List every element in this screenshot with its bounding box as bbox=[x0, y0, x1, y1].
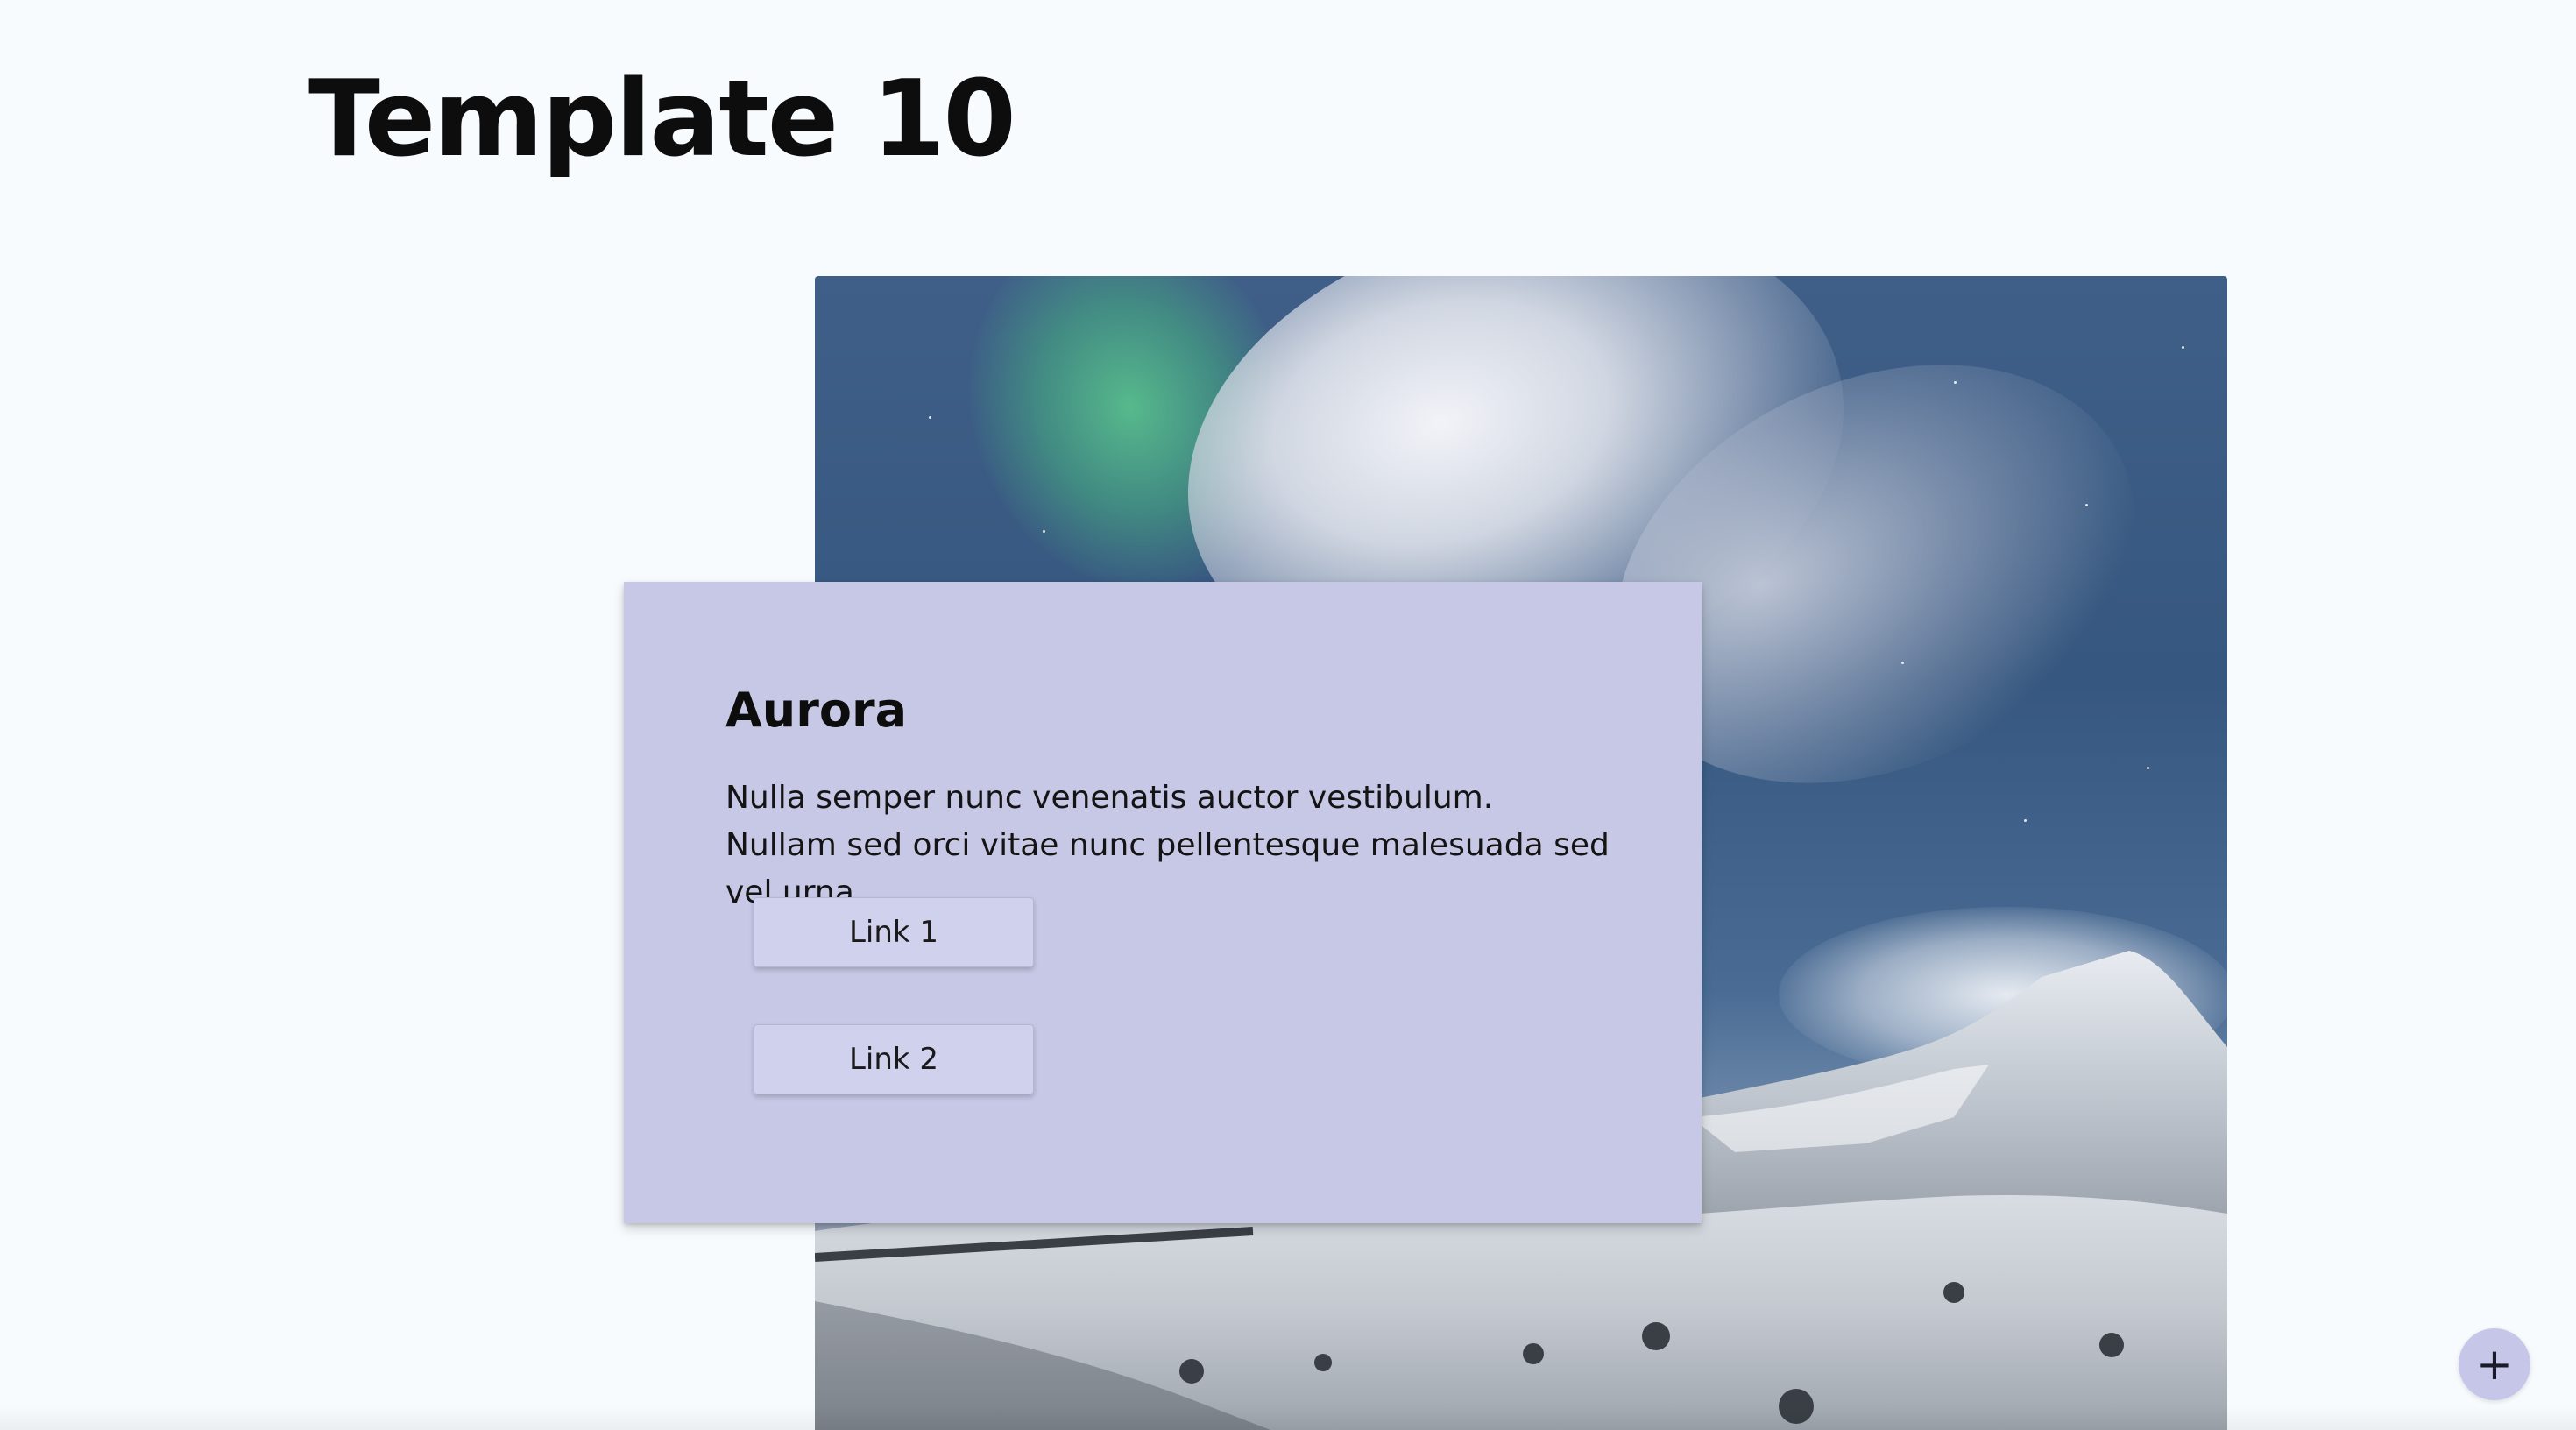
link-1-button[interactable]: Link 1 bbox=[754, 897, 1034, 967]
card-title: Aurora bbox=[725, 683, 908, 738]
plus-icon: + bbox=[2476, 1339, 2513, 1390]
card-body-text: Nulla semper nunc venenatis auctor vesti… bbox=[725, 780, 1610, 910]
page-title: Template 10 bbox=[308, 59, 1016, 181]
content-card: Aurora Nulla semper nunc venenatis aucto… bbox=[624, 582, 1702, 1223]
link-2-button[interactable]: Link 2 bbox=[754, 1024, 1034, 1094]
add-button[interactable]: + bbox=[2459, 1328, 2530, 1400]
